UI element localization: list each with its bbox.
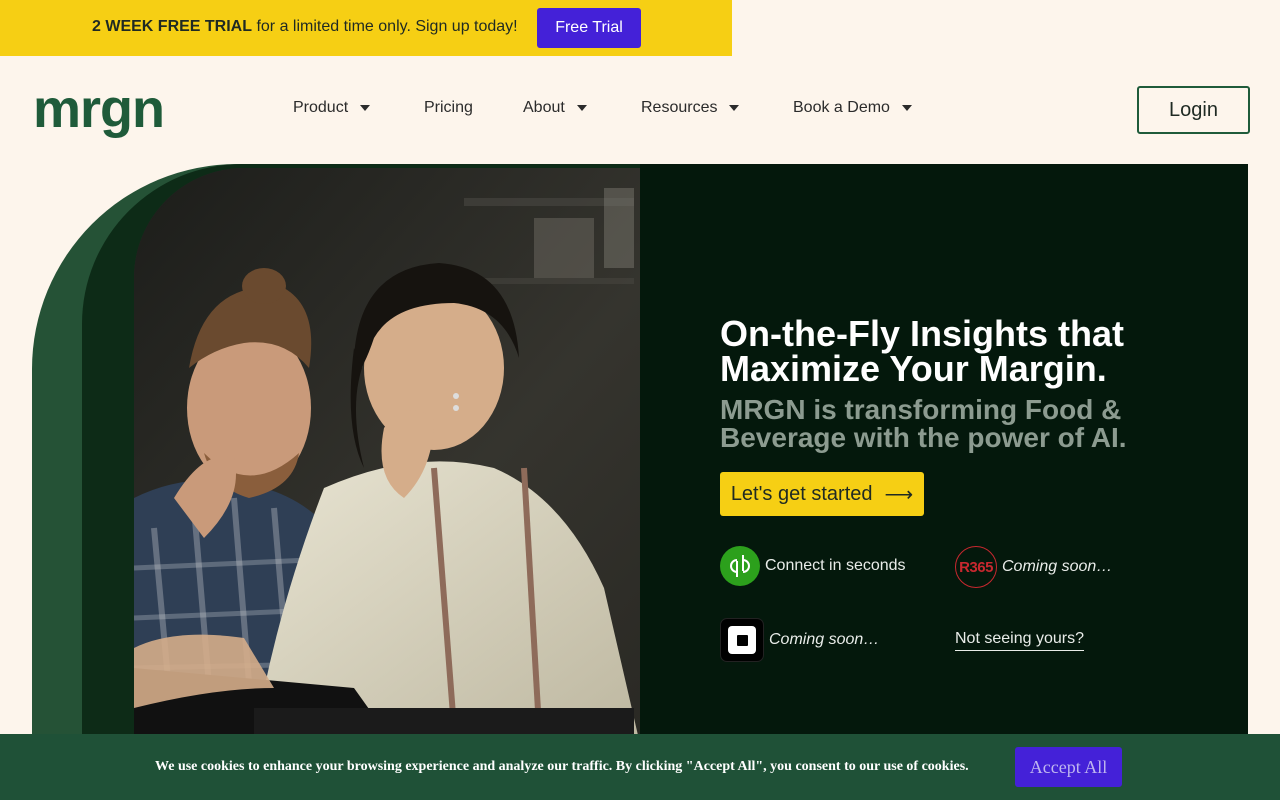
integration-square: Coming soon…	[720, 618, 879, 662]
free-trial-button[interactable]: Free Trial	[537, 8, 641, 48]
nav-item-pricing[interactable]: Pricing	[424, 99, 473, 117]
integration-quickbooks-text: Connect in seconds	[765, 557, 906, 574]
promo-bold-text: 2 WEEK FREE TRIAL	[92, 18, 253, 35]
arrow-right-icon: ⟶	[884, 483, 914, 506]
get-started-label: Let's get started	[730, 482, 873, 505]
caret-down-icon	[729, 105, 740, 111]
nav-item-label: Book a Demo	[793, 99, 890, 116]
nav-item-label: Resources	[641, 99, 718, 116]
integration-r365: R365 Coming soon…	[955, 546, 1112, 588]
cookie-text: We use cookies to enhance your browsing …	[155, 759, 969, 774]
mrgn-logo[interactable]: mrgn	[33, 82, 165, 136]
caret-down-icon	[576, 105, 587, 111]
hero-photo	[134, 168, 640, 744]
promo-text: 2 WEEK FREE TRIAL for a limited time onl…	[92, 18, 518, 36]
hero-photo-illustration	[134, 168, 640, 744]
caret-down-icon	[360, 105, 371, 111]
quickbooks-glyph	[730, 555, 750, 577]
hero-subtitle: MRGN is transforming Food & Beverage wit…	[720, 394, 1127, 453]
nav-item-product[interactable]: Product	[293, 99, 371, 117]
quickbooks-icon	[720, 546, 760, 586]
square-icon	[720, 618, 764, 662]
hero-title: On-the-Fly Insights that Maximize Your M…	[720, 313, 1124, 389]
nav-item-label: Product	[293, 99, 349, 116]
nav-item-label: Pricing	[424, 99, 473, 116]
not-seeing-yours-link[interactable]: Not seeing yours?	[955, 630, 1084, 651]
login-button[interactable]: Login	[1137, 86, 1250, 134]
integration-quickbooks: Connect in seconds	[720, 546, 906, 586]
nav-item-book-a-demo[interactable]: Book a Demo	[793, 99, 912, 117]
accept-all-button[interactable]: Accept All	[1015, 747, 1122, 787]
promo-body-text: for a limited time only. Sign up today!	[252, 18, 518, 35]
nav-item-label: About	[523, 99, 565, 116]
r365-icon: R365	[955, 546, 997, 588]
integration-r365-text: Coming soon…	[1002, 558, 1113, 575]
get-started-button[interactable]: Let's get started ⟶	[720, 472, 924, 516]
promo-banner: 2 WEEK FREE TRIAL for a limited time onl…	[0, 0, 732, 56]
nav-item-resources[interactable]: Resources	[641, 99, 740, 117]
caret-down-icon	[901, 105, 912, 111]
nav-item-about[interactable]: About	[523, 99, 587, 117]
integration-square-text: Coming soon…	[769, 631, 880, 648]
